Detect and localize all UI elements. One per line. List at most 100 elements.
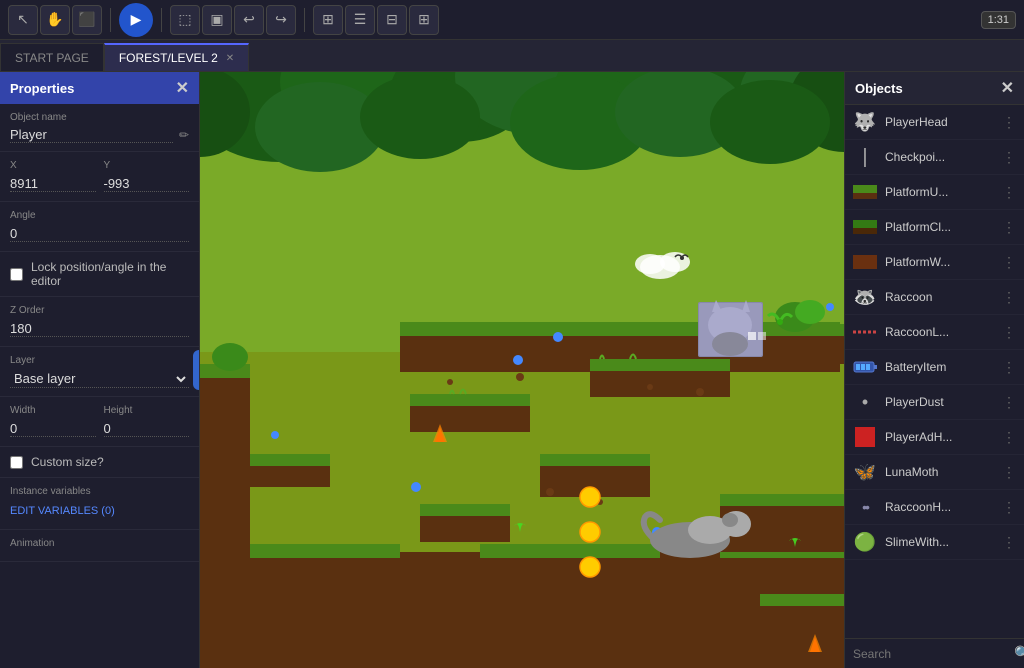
properties-close-btn[interactable]: ✕ xyxy=(176,78,189,98)
redo-btn[interactable]: ↪ xyxy=(266,5,296,35)
properties-title: Properties xyxy=(10,81,74,96)
object-item-raccoonl[interactable]: RaccoonL... ⋮ xyxy=(845,315,1024,350)
object-item-raccoon[interactable]: 🦝 Raccoon ⋮ xyxy=(845,280,1024,315)
toolbar-actions: ▶ xyxy=(119,3,153,37)
raccoon-menu[interactable]: ⋮ xyxy=(1002,289,1016,306)
lock-checkbox-row[interactable]: Lock position/angle in the editor xyxy=(10,260,189,288)
angle-label: Angle xyxy=(10,210,189,221)
raccoonl-icon xyxy=(853,320,877,344)
tab-start[interactable]: START PAGE xyxy=(0,43,104,71)
platformw-menu[interactable]: ⋮ xyxy=(1002,254,1016,271)
playeradh-menu[interactable]: ⋮ xyxy=(1002,429,1016,446)
lock-checkbox[interactable] xyxy=(10,268,23,281)
width-input[interactable] xyxy=(10,421,96,437)
playerhead-menu[interactable]: ⋮ xyxy=(1002,114,1016,131)
objects-close-btn[interactable]: ✕ xyxy=(1001,78,1014,98)
height-input[interactable] xyxy=(104,421,190,437)
search-icon: 🔍 xyxy=(1014,645,1024,662)
object-item-playerdust[interactable]: • PlayerDust ⋮ xyxy=(845,385,1024,420)
battery-icon xyxy=(853,355,877,379)
height-col: Height xyxy=(104,405,190,438)
battery-name: BatteryItem xyxy=(885,360,994,374)
raccoonl-menu[interactable]: ⋮ xyxy=(1002,324,1016,341)
object-item-platformu[interactable]: PlatformU... ⋮ xyxy=(845,175,1024,210)
toolbar-tools: ↖ ✋ ⬛ xyxy=(8,5,102,35)
objects-search-input[interactable] xyxy=(853,647,1008,661)
object-name-label: Object name xyxy=(10,112,189,123)
instance-vars-label: Instance variables xyxy=(10,486,189,497)
objects-list: 🐺 PlayerHead ⋮ | Checkpoi... ⋮ PlatformU… xyxy=(845,105,1024,638)
panel-resize-handle[interactable] xyxy=(193,350,200,390)
object-tool-btn[interactable]: ⬛ xyxy=(72,5,102,35)
custom-size-section: Custom size? xyxy=(0,447,199,478)
slimewith-menu[interactable]: ⋮ xyxy=(1002,534,1016,551)
object-item-battery[interactable]: BatteryItem ⋮ xyxy=(845,350,1024,385)
tab-level[interactable]: FOREST/LEVEL 2 ✕ xyxy=(104,43,249,71)
platformu-menu[interactable]: ⋮ xyxy=(1002,184,1016,201)
platformu-icon xyxy=(853,180,877,204)
object-item-platformw[interactable]: PlatformW... ⋮ xyxy=(845,245,1024,280)
select-tool-btn[interactable]: ⬚ xyxy=(170,5,200,35)
battery-menu[interactable]: ⋮ xyxy=(1002,359,1016,376)
object-item-playerhead[interactable]: 🐺 PlayerHead ⋮ xyxy=(845,105,1024,140)
raccoon-name: Raccoon xyxy=(885,290,994,304)
playeradh-icon xyxy=(853,425,877,449)
hand-tool-btn[interactable]: ✋ xyxy=(40,5,70,35)
platformw-name: PlatformW... xyxy=(885,255,994,269)
animation-section: Animation xyxy=(0,530,199,562)
object-item-lunamoth[interactable]: 🦋 LunaMoth ⋮ xyxy=(845,455,1024,490)
tiles-btn[interactable]: ⊞ xyxy=(409,5,439,35)
tab-level-label: FOREST/LEVEL 2 xyxy=(119,51,218,65)
toolbar: ↖ ✋ ⬛ ▶ ⬚ ▣ ↩ ↪ ⊞ ☰ ⊟ ⊞ 1:31 xyxy=(0,0,1024,40)
angle-section: Angle xyxy=(0,202,199,252)
object-name-edit-icon[interactable]: ✏ xyxy=(179,128,189,142)
layout-btn[interactable]: ⊟ xyxy=(377,5,407,35)
lunamoth-menu[interactable]: ⋮ xyxy=(1002,464,1016,481)
x-label: X xyxy=(10,160,96,171)
xy-section: X Y xyxy=(0,152,199,202)
playerdust-menu[interactable]: ⋮ xyxy=(1002,394,1016,411)
x-input[interactable] xyxy=(10,176,96,192)
playerhead-icon: 🐺 xyxy=(853,110,877,134)
layer-select[interactable]: Base layer xyxy=(10,370,189,388)
object-item-checkpoint[interactable]: | Checkpoi... ⋮ xyxy=(845,140,1024,175)
raccoonh-menu[interactable]: ⋮ xyxy=(1002,499,1016,516)
object-item-platformcl[interactable]: PlatformCl... ⋮ xyxy=(845,210,1024,245)
game-scene-svg xyxy=(200,72,844,668)
edit-vars-btn[interactable]: EDIT VARIABLES (0) xyxy=(10,501,115,521)
raccoonl-name: RaccoonL... xyxy=(885,325,994,339)
object-item-slimewith[interactable]: 🟢 SlimeWith... ⋮ xyxy=(845,525,1024,560)
object-item-raccoonh[interactable]: •• RaccoonH... ⋮ xyxy=(845,490,1024,525)
zorder-input[interactable] xyxy=(10,321,189,337)
grid-btn[interactable]: ⊞ xyxy=(313,5,343,35)
playerhead-name: PlayerHead xyxy=(885,115,994,129)
sep3 xyxy=(304,8,305,32)
playerdust-icon: • xyxy=(853,390,877,414)
lunamoth-name: LunaMoth xyxy=(885,465,994,479)
objects-title: Objects xyxy=(855,81,903,96)
checkpoint-menu[interactable]: ⋮ xyxy=(1002,149,1016,166)
size-section: Width Height xyxy=(0,397,199,447)
y-input[interactable] xyxy=(104,176,190,192)
object-name-input[interactable] xyxy=(10,127,173,143)
game-canvas[interactable] xyxy=(200,72,844,668)
angle-input[interactable] xyxy=(10,226,189,242)
zorder-label: Z Order xyxy=(10,305,189,316)
playerdust-name: PlayerDust xyxy=(885,395,994,409)
objects-header: Objects ✕ xyxy=(845,72,1024,105)
play-button[interactable]: ▶ xyxy=(119,3,153,37)
custom-size-row[interactable]: Custom size? xyxy=(10,455,189,469)
undo-btn[interactable]: ↩ xyxy=(234,5,264,35)
main-area: Properties ✕ Object name ✏ X Y xyxy=(0,72,1024,668)
tab-start-label: START PAGE xyxy=(15,51,89,65)
object-name-row: ✏ xyxy=(10,127,189,143)
platformcl-menu[interactable]: ⋮ xyxy=(1002,219,1016,236)
object-item-playeradh[interactable]: PlayerAdH... ⋮ xyxy=(845,420,1024,455)
cursor-tool-btn[interactable]: ↖ xyxy=(8,5,38,35)
tab-level-close[interactable]: ✕ xyxy=(226,53,234,64)
instance-vars-section: Instance variables EDIT VARIABLES (0) xyxy=(0,478,199,530)
checkpoint-name: Checkpoi... xyxy=(885,150,994,164)
list-btn[interactable]: ☰ xyxy=(345,5,375,35)
custom-size-checkbox[interactable] xyxy=(10,456,23,469)
paint-tool-btn[interactable]: ▣ xyxy=(202,5,232,35)
